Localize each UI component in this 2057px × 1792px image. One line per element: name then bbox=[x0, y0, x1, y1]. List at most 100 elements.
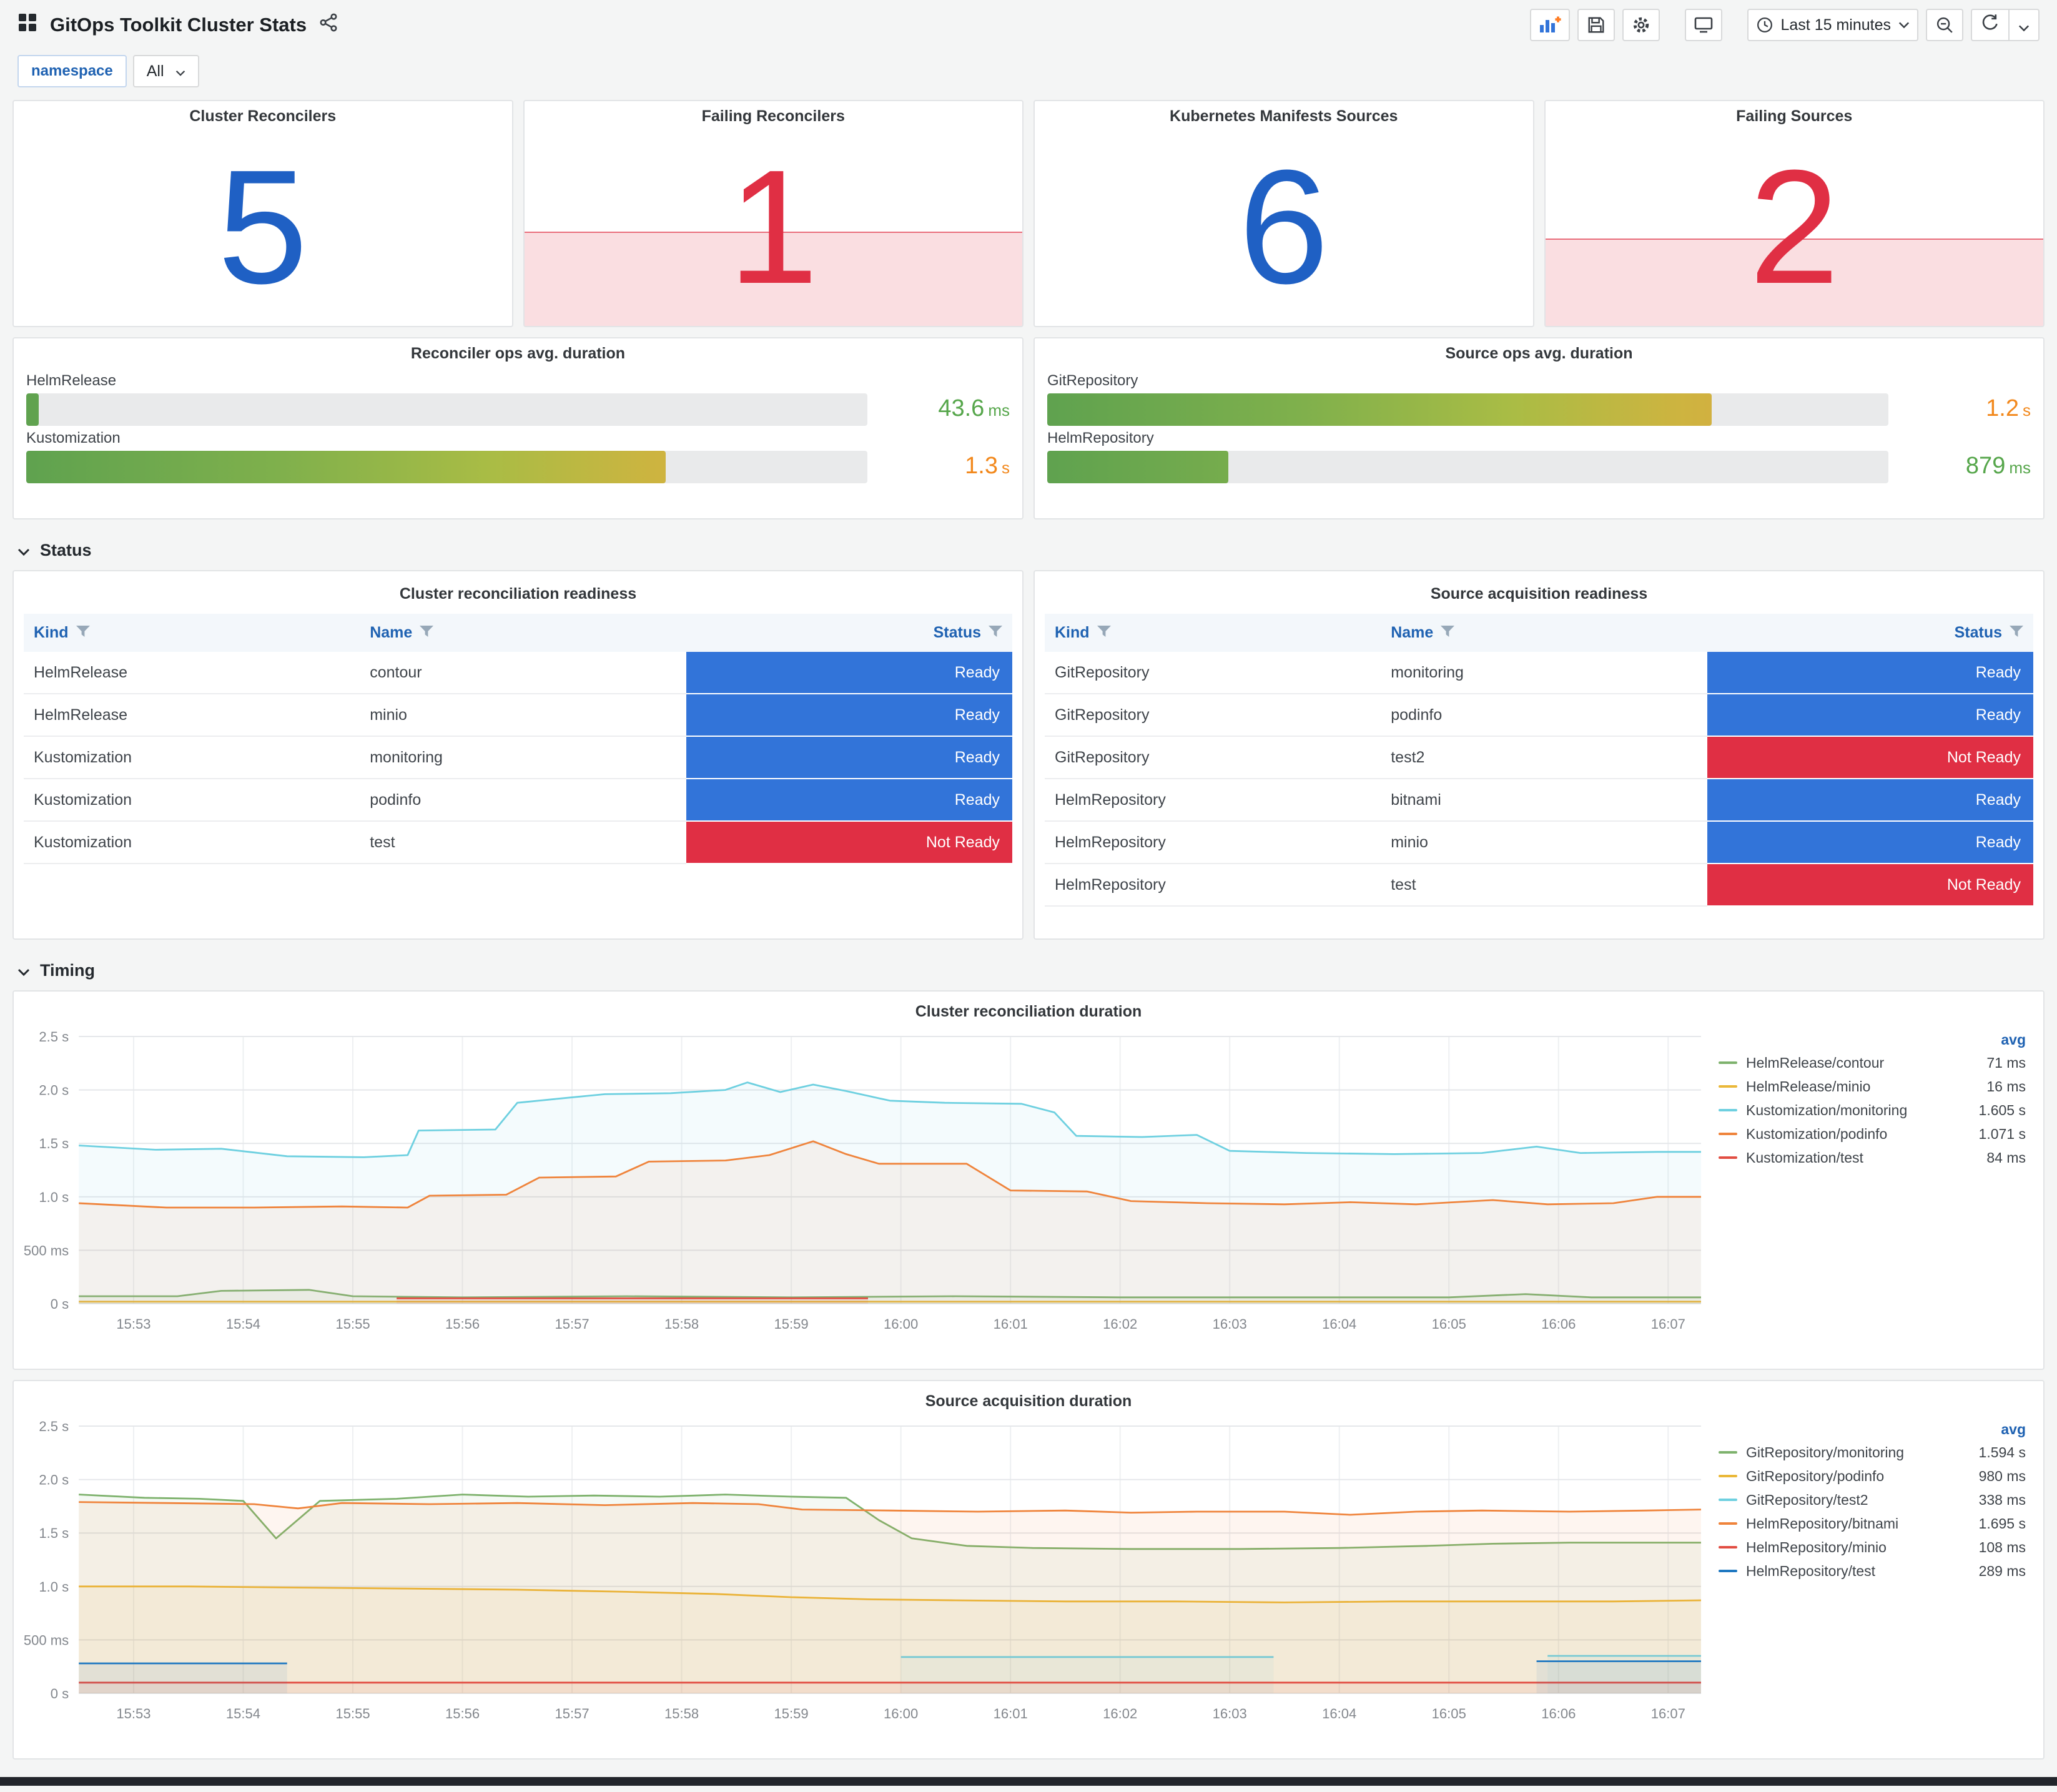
legend-item[interactable]: Kustomization/podinfo 1.071 s bbox=[1719, 1122, 2026, 1146]
status-badge: Not Ready bbox=[1707, 737, 2033, 778]
template-variables-row: namespace All bbox=[0, 50, 2057, 100]
svg-text:500 ms: 500 ms bbox=[24, 1243, 69, 1258]
legend-item[interactable]: Kustomization/test 84 ms bbox=[1719, 1146, 2026, 1169]
save-dashboard-button[interactable] bbox=[1577, 9, 1615, 41]
series-name[interactable]: Kustomization/podinfo bbox=[1746, 1126, 1953, 1143]
column-header-status[interactable]: Status bbox=[686, 614, 1012, 652]
svg-text:16:02: 16:02 bbox=[1103, 1316, 1137, 1332]
table-cell: Kustomization bbox=[24, 779, 360, 822]
series-name[interactable]: HelmRepository/test bbox=[1746, 1563, 1953, 1580]
table-panel-source-acquisition-readiness: Source acquisition readiness Kind Name Sta… bbox=[1033, 570, 2045, 940]
panel-title[interactable]: Source acquisition readiness bbox=[1045, 579, 2033, 609]
column-header-name[interactable]: Name bbox=[360, 614, 686, 652]
panel-title[interactable]: Cluster reconciliation duration bbox=[21, 997, 2036, 1026]
panel-title[interactable]: Reconciler ops avg. duration bbox=[26, 338, 1010, 368]
variable-selected-value: All bbox=[146, 62, 164, 80]
svg-text:1.5 s: 1.5 s bbox=[39, 1525, 69, 1541]
svg-text:16:03: 16:03 bbox=[1213, 1316, 1247, 1332]
filter-icon[interactable] bbox=[989, 624, 1002, 642]
series-avg-value: 108 ms bbox=[1978, 1538, 2026, 1555]
table-cell: minio bbox=[360, 694, 686, 737]
series-name[interactable]: HelmRelease/minio bbox=[1746, 1078, 1953, 1095]
time-series-plot[interactable]: 15:53 15:54 15:55 15:56 15:57 15:58 15:59 16:00… bbox=[21, 1416, 1714, 1728]
tv-cycle-view-button[interactable] bbox=[1684, 9, 1722, 41]
column-header-status[interactable]: Status bbox=[1707, 614, 2033, 652]
legend-item[interactable]: Kustomization/monitoring 1.605 s bbox=[1719, 1098, 2026, 1122]
zoom-out-time-button[interactable] bbox=[1926, 9, 1963, 41]
series-color-dash bbox=[1719, 1109, 1737, 1111]
status-cell: Ready bbox=[1707, 821, 2033, 864]
series-name[interactable]: HelmRepository/bitnami bbox=[1746, 1515, 1953, 1532]
stat-panel-kubernetes-manifests-sources: Kubernetes Manifests Sources 6 bbox=[1033, 100, 1534, 327]
legend-item[interactable]: HelmRepository/test 289 ms bbox=[1719, 1559, 2026, 1583]
series-avg-value: 16 ms bbox=[1986, 1078, 2026, 1095]
panel-title[interactable]: Source ops avg. duration bbox=[1047, 338, 2031, 368]
status-badge: Ready bbox=[1707, 694, 2033, 736]
dashboard-settings-button[interactable] bbox=[1622, 9, 1660, 41]
legend-item[interactable]: HelmRepository/minio 108 ms bbox=[1719, 1535, 2026, 1559]
status-cell: Ready bbox=[686, 736, 1012, 779]
table-cell: podinfo bbox=[1381, 694, 1707, 737]
column-header-kind[interactable]: Kind bbox=[24, 614, 360, 652]
filter-icon[interactable] bbox=[420, 624, 434, 642]
series-color-dash bbox=[1719, 1499, 1737, 1501]
series-color-dash bbox=[1719, 1570, 1737, 1572]
column-header-kind[interactable]: Kind bbox=[1045, 614, 1381, 652]
svg-text:0 s: 0 s bbox=[51, 1296, 69, 1312]
panel-title[interactable]: Kubernetes Manifests Sources bbox=[1035, 101, 1533, 131]
series-name[interactable]: GitRepository/monitoring bbox=[1746, 1444, 1953, 1461]
filter-icon[interactable] bbox=[1441, 624, 1455, 642]
svg-text:1.0 s: 1.0 s bbox=[39, 1189, 69, 1205]
section-row-timing[interactable]: Timing bbox=[12, 950, 2045, 990]
svg-text:15:54: 15:54 bbox=[226, 1706, 260, 1721]
status-badge: Not Ready bbox=[686, 822, 1012, 863]
legend-item[interactable]: HelmRepository/bitnami 1.695 s bbox=[1719, 1512, 2026, 1535]
refresh-button-group bbox=[1971, 9, 2040, 41]
panel-title[interactable]: Cluster reconciliation readiness bbox=[24, 579, 1012, 609]
series-name[interactable]: GitRepository/podinfo bbox=[1746, 1468, 1953, 1485]
legend-item[interactable]: GitRepository/test2 338 ms bbox=[1719, 1488, 2026, 1512]
panel-title[interactable]: Cluster Reconcilers bbox=[14, 101, 512, 131]
gauge-label: HelmRelease bbox=[26, 372, 117, 389]
series-color-dash bbox=[1719, 1522, 1737, 1525]
time-range-picker[interactable]: Last 15 minutes bbox=[1747, 9, 1918, 41]
table-cell: GitRepository bbox=[1045, 694, 1381, 737]
series-name[interactable]: HelmRelease/contour bbox=[1746, 1055, 1953, 1071]
share-icon[interactable] bbox=[319, 13, 338, 37]
legend-item[interactable]: HelmRelease/contour 71 ms bbox=[1719, 1051, 2026, 1075]
panel-title[interactable]: Source acquisition duration bbox=[21, 1386, 2036, 1416]
stat-panel-failing-sources: Failing Sources 2 bbox=[1544, 100, 2045, 327]
series-avg-value: 1.605 s bbox=[1978, 1101, 2026, 1118]
table-header-row: Kind Name Status bbox=[1045, 614, 2033, 652]
legend-item[interactable]: GitRepository/podinfo 980 ms bbox=[1719, 1464, 2026, 1488]
svg-text:15:58: 15:58 bbox=[664, 1706, 699, 1721]
column-header-name[interactable]: Name bbox=[1381, 614, 1707, 652]
series-name[interactable]: Kustomization/monitoring bbox=[1746, 1102, 1953, 1119]
status-cell: Ready bbox=[1707, 652, 2033, 694]
legend-item[interactable]: GitRepository/monitoring 1.594 s bbox=[1719, 1440, 2026, 1464]
refresh-icon bbox=[1981, 13, 2000, 37]
svg-text:16:04: 16:04 bbox=[1322, 1706, 1356, 1721]
variable-value-dropdown[interactable]: All bbox=[132, 55, 199, 87]
refresh-interval-dropdown[interactable] bbox=[2008, 10, 2038, 40]
legend-item[interactable]: HelmRelease/minio 16 ms bbox=[1719, 1075, 2026, 1098]
filter-icon[interactable] bbox=[1097, 624, 1111, 642]
time-range-label: Last 15 minutes bbox=[1780, 16, 1892, 34]
svg-text:16:01: 16:01 bbox=[994, 1316, 1028, 1332]
time-series-plot[interactable]: 15:53 15:54 15:55 15:56 15:57 15:58 15:59 16:00… bbox=[21, 1026, 1714, 1339]
series-avg-value: 84 ms bbox=[1986, 1149, 2026, 1166]
add-panel-button[interactable] bbox=[1529, 9, 1570, 41]
gauge-bar bbox=[1047, 393, 1712, 426]
filter-icon[interactable] bbox=[76, 624, 90, 642]
panel-title[interactable]: Failing Reconcilers bbox=[525, 101, 1023, 131]
filter-icon[interactable] bbox=[2010, 624, 2023, 642]
series-name[interactable]: HelmRepository/minio bbox=[1746, 1539, 1953, 1556]
panel-title[interactable]: Failing Sources bbox=[1546, 101, 2044, 131]
refresh-dashboard-button[interactable] bbox=[1972, 10, 2008, 40]
series-name[interactable]: Kustomization/test bbox=[1746, 1150, 1953, 1166]
chevron-down-icon bbox=[17, 961, 30, 980]
gauge-label: Kustomization bbox=[26, 430, 121, 446]
section-row-status[interactable]: Status bbox=[12, 529, 2045, 570]
series-name[interactable]: GitRepository/test2 bbox=[1746, 1492, 1953, 1509]
dashboards-grid-icon[interactable] bbox=[17, 12, 37, 37]
